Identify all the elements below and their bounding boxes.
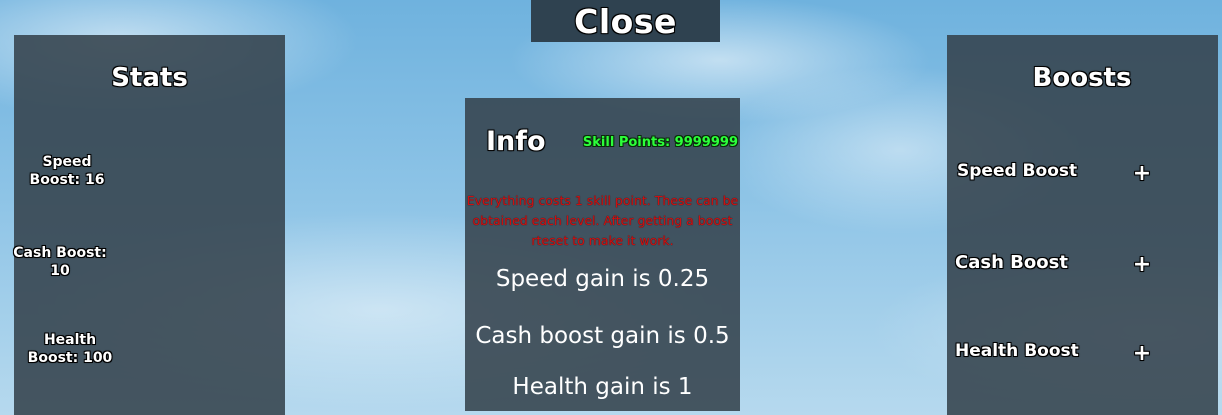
- cash-boost-plus-button[interactable]: +: [1130, 253, 1154, 277]
- info-title: Info: [486, 126, 546, 157]
- skill-point-notice: Everything costs 1 skill point. These ca…: [466, 193, 739, 248]
- info-panel: Info Skill Points: 9999999 Everything co…: [465, 98, 740, 411]
- cash-boost-stat: Cash Boost: 10: [0, 244, 120, 280]
- cash-boost-stat-line2: 10: [50, 263, 70, 279]
- health-boost-stat-line2: Boost: 100: [27, 350, 113, 366]
- skill-points-counter: Skill Points: 9999999: [582, 135, 738, 150]
- close-button[interactable]: Close: [531, 0, 720, 42]
- stats-panel: Stats Speed Boost: 16 Cash Boost: 10 Hea…: [13, 35, 285, 415]
- speed-boost-label: Speed Boost: [957, 161, 1078, 181]
- health-gain-text: Health gain is 1: [512, 374, 693, 400]
- health-boost-stat: Health Boost: 100: [10, 331, 130, 367]
- boosts-panel: Boosts Speed Boost + Cash Boost + Health…: [947, 35, 1218, 415]
- cash-boost-stat-line1: Cash Boost:: [13, 245, 107, 261]
- health-boost-plus-button[interactable]: +: [1130, 342, 1154, 366]
- health-boost-stat-line1: Health: [43, 332, 97, 348]
- cash-boost-label: Cash Boost: [955, 252, 1068, 273]
- cash-gain-text: Cash boost gain is 0.5: [475, 323, 730, 349]
- speed-boost-plus-button[interactable]: +: [1130, 162, 1154, 186]
- stats-title: Stats: [111, 63, 188, 93]
- health-boost-label: Health Boost: [955, 341, 1079, 361]
- speed-boost-stat-line1: Speed: [42, 154, 92, 170]
- speed-boost-stat-line2: Boost: 16: [29, 172, 105, 188]
- boosts-title: Boosts: [1032, 63, 1132, 93]
- speed-boost-stat: Speed Boost: 16: [7, 153, 127, 189]
- speed-gain-text: Speed gain is 0.25: [495, 266, 710, 292]
